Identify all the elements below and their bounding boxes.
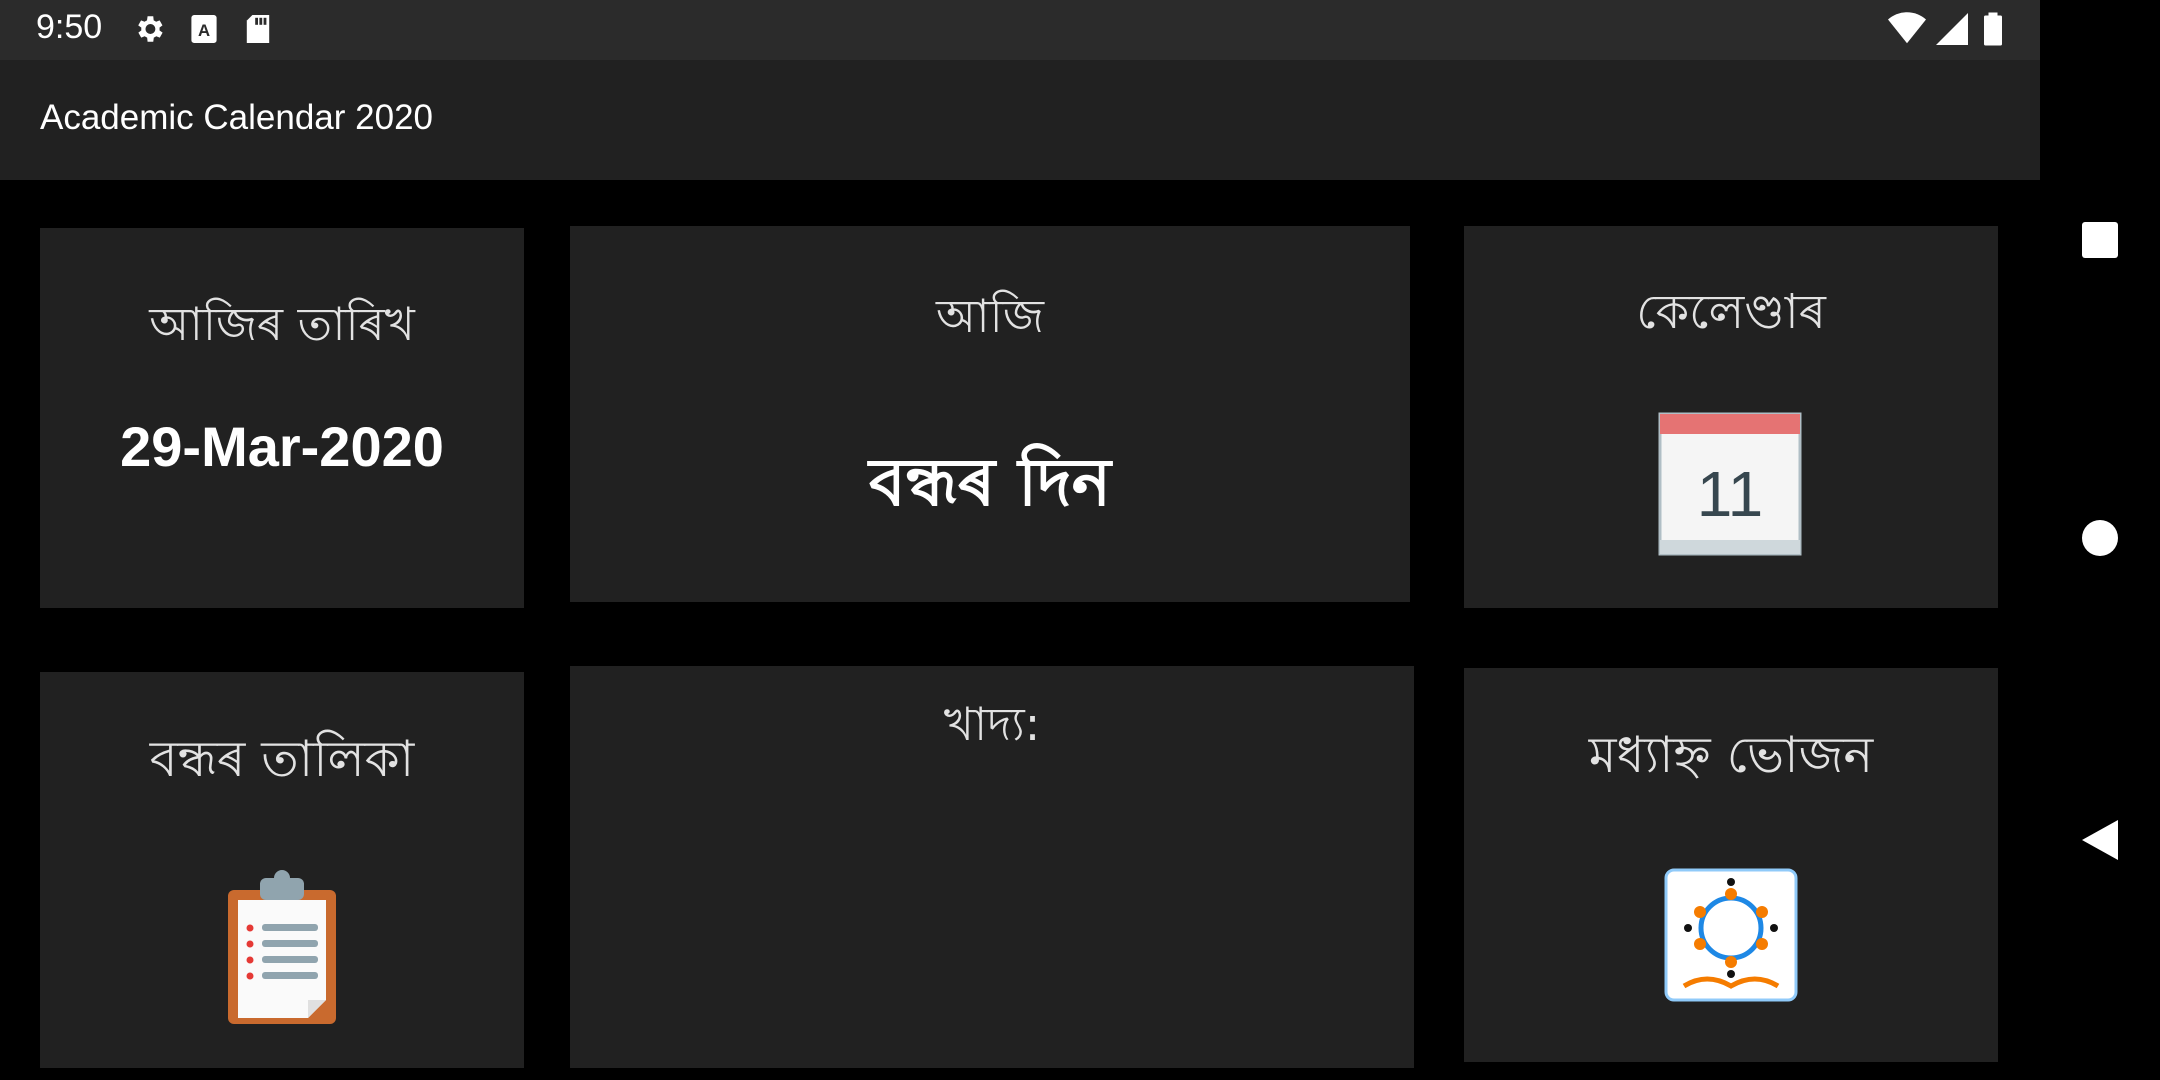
home-button[interactable]	[2040, 488, 2160, 588]
calendar-icon: 11	[1658, 412, 1802, 556]
gear-icon	[132, 12, 166, 50]
midday-meal-logo-icon	[1664, 868, 1798, 1002]
status-time: 9:50	[36, 8, 103, 46]
battery-icon	[1984, 12, 2002, 50]
today-date-title: আজিৰ তাৰিখ	[149, 297, 415, 351]
today-date-value: 29-Mar-2020	[120, 415, 444, 478]
today-card[interactable]: আজি বন্ধৰ দিন	[570, 226, 1410, 602]
calendar-icon-number: 11	[1697, 458, 1763, 530]
holiday-list-card[interactable]: বন্ধৰ তালিকা	[40, 672, 524, 1068]
sd-card-icon	[244, 12, 272, 50]
app-bar: Academic Calendar 2020	[0, 60, 2040, 180]
square-icon	[2082, 222, 2118, 258]
triangle-back-icon	[2082, 820, 2118, 860]
font-a-icon: A	[190, 12, 218, 50]
recents-button[interactable]	[2040, 190, 2160, 290]
back-button[interactable]	[2040, 790, 2160, 890]
food-title: খাদ্য:	[943, 697, 1041, 751]
wifi-icon	[1888, 12, 1926, 50]
midday-meal-title: মধ্যাহ্ন ভোজন	[1588, 726, 1874, 784]
navigation-bar	[2040, 0, 2160, 1080]
today-title: আজি	[936, 289, 1044, 343]
calendar-card[interactable]: কেলেণ্ডাৰ 11	[1464, 226, 1998, 608]
calendar-title: কেলেণ্ডাৰ	[1636, 284, 1826, 340]
status-bar: 9:50 A	[0, 0, 2040, 60]
today-date-card[interactable]: আজিৰ তাৰিখ 29-Mar-2020	[40, 228, 524, 608]
food-card[interactable]: খাদ্য:	[570, 666, 1414, 1068]
clipboard-icon	[224, 868, 340, 1028]
today-status-value: বন্ধৰ দিন	[868, 444, 1112, 521]
app-title: Academic Calendar 2020	[40, 98, 434, 137]
svg-text:A: A	[198, 21, 210, 40]
circle-icon	[2082, 520, 2118, 556]
signal-icon	[1936, 12, 1968, 50]
midday-meal-card[interactable]: মধ্যাহ্ন ভোজন	[1464, 668, 1998, 1062]
holiday-list-title: বন্ধৰ তালিকা	[149, 730, 415, 788]
